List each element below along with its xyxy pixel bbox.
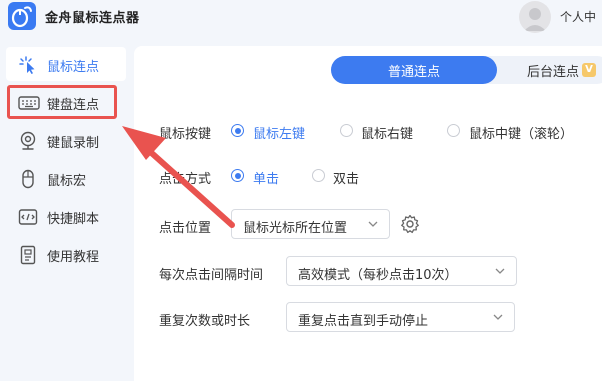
click-mode-label: 点击方式 — [159, 172, 212, 187]
tutorial-icon — [18, 245, 38, 265]
radio-double-click[interactable] — [312, 169, 325, 182]
radio-single-click[interactable] — [231, 169, 244, 182]
click-position-value: 鼠标光标所在位置 — [243, 221, 348, 236]
sidebar-item-keyboard-click[interactable]: 键盘连点 — [6, 85, 126, 119]
keyboard-icon — [18, 93, 40, 113]
interval-label: 每次点击间隔时间 — [159, 268, 264, 283]
mouse-icon — [18, 169, 38, 189]
radio-right-button[interactable] — [340, 124, 353, 137]
sidebar-item-label: 键鼠录制 — [47, 136, 100, 151]
radio-left-button[interactable] — [231, 124, 244, 137]
sidebar: 鼠标连点 键盘连点 键鼠录制 鼠标宏 快捷脚本 使用教程 — [0, 34, 134, 381]
sidebar-item-label: 键盘连点 — [47, 98, 100, 113]
sidebar-item-quick-script[interactable]: 快捷脚本 — [6, 199, 126, 233]
chevron-down-icon — [368, 221, 378, 227]
gear-icon[interactable] — [400, 214, 420, 234]
radio-middle-button[interactable] — [447, 124, 460, 137]
sidebar-item-tutorial[interactable]: 使用教程 — [6, 237, 126, 271]
avatar[interactable] — [519, 1, 551, 33]
radio-single-click-label[interactable]: 单击 — [253, 168, 279, 187]
radio-right-button-label[interactable]: 鼠标右键 — [361, 123, 413, 142]
repeat-value: 重复点击直到手动停止 — [298, 314, 429, 329]
repeat-select[interactable]: 重复点击直到手动停止 — [286, 302, 515, 332]
sidebar-item-label: 鼠标连点 — [47, 60, 100, 75]
chevron-down-icon — [495, 268, 505, 274]
sidebar-item-record[interactable]: 键鼠录制 — [6, 123, 126, 157]
sidebar-item-mouse-click[interactable]: 鼠标连点 — [6, 47, 126, 81]
mouse-button-label: 鼠标按键 — [159, 127, 212, 142]
script-icon — [18, 207, 38, 227]
interval-value: 高效模式（每秒点击10次） — [298, 268, 458, 283]
app-logo-icon — [8, 2, 36, 30]
radio-double-click-label[interactable]: 双击 — [333, 168, 359, 187]
chevron-down-icon — [493, 314, 503, 320]
main-panel: 普通连点 后台连点 V 鼠标按键 鼠标左键 鼠标右键 鼠标中键（滚轮） 点击方式… — [134, 46, 602, 381]
title-bar: 金舟鼠标连点器 个人中 — [0, 0, 602, 34]
sidebar-item-label: 鼠标宏 — [47, 174, 87, 189]
sidebar-item-label: 快捷脚本 — [47, 212, 100, 227]
mode-tabs: 普通连点 后台连点 V — [331, 56, 602, 84]
user-center-link[interactable]: 个人中 — [560, 8, 596, 25]
app-window: 金舟鼠标连点器 个人中 鼠标连点 键盘连点 键鼠录制 鼠标宏 快捷脚本 使用教程… — [0, 0, 602, 381]
click-position-label: 点击位置 — [159, 221, 212, 236]
vip-badge: V — [582, 63, 596, 77]
mouse-click-icon — [18, 55, 38, 75]
record-icon — [18, 131, 38, 151]
repeat-label: 重复次数或时长 — [159, 314, 251, 329]
radio-middle-button-label[interactable]: 鼠标中键（滚轮） — [469, 123, 573, 142]
interval-select[interactable]: 高效模式（每秒点击10次） — [286, 256, 517, 286]
sidebar-item-label: 使用教程 — [47, 250, 100, 265]
tab-normal-click[interactable]: 普通连点 — [331, 56, 497, 84]
sidebar-item-mouse-macro[interactable]: 鼠标宏 — [6, 161, 126, 195]
app-title: 金舟鼠标连点器 — [45, 11, 140, 26]
click-position-select[interactable]: 鼠标光标所在位置 — [231, 209, 390, 239]
radio-left-button-label[interactable]: 鼠标左键 — [253, 123, 305, 142]
